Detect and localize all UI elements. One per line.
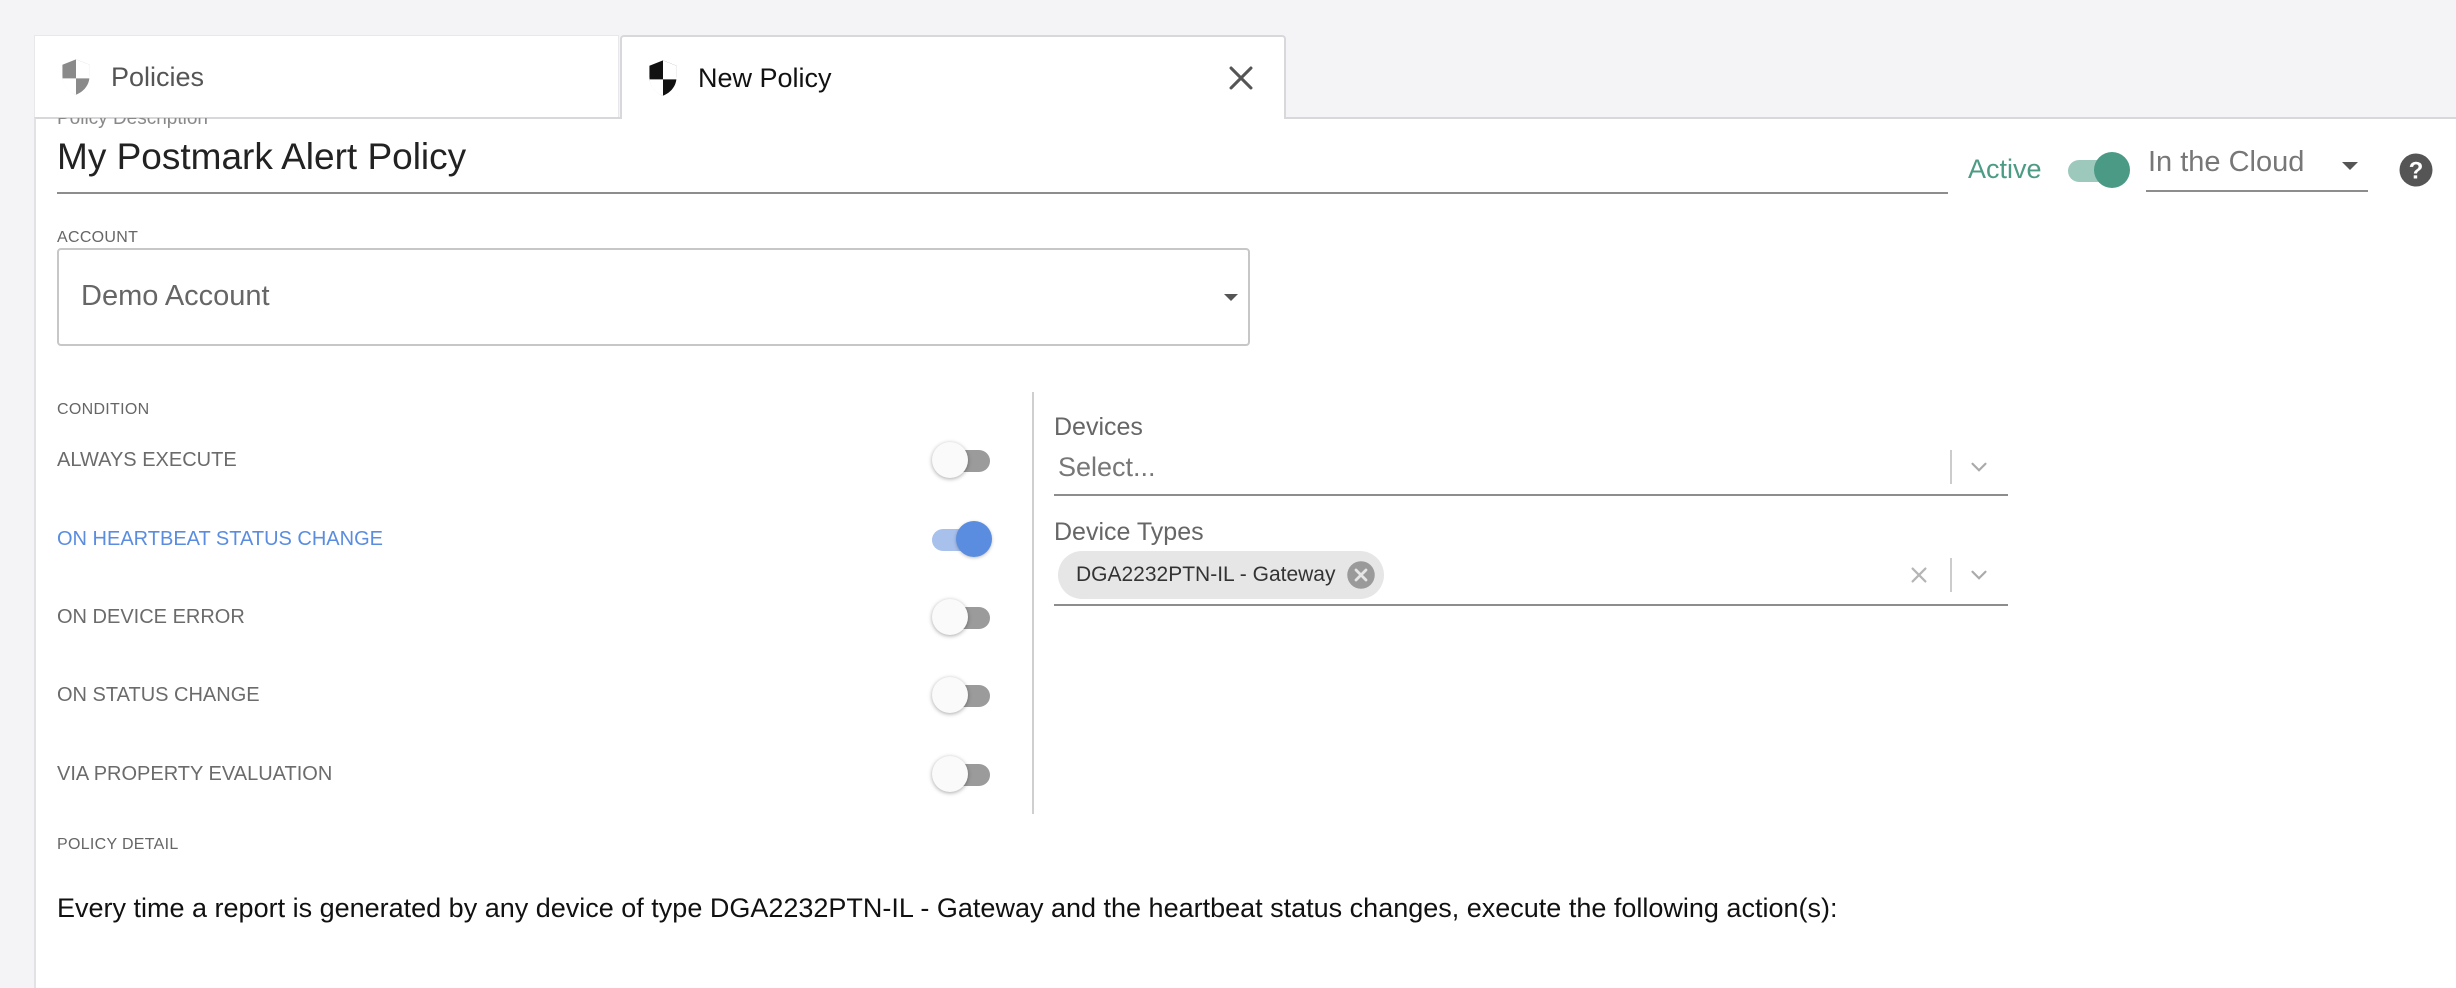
toggle-thumb xyxy=(932,442,968,478)
caret-down-icon xyxy=(1224,294,1238,301)
condition-heartbeat-toggle[interactable] xyxy=(932,521,994,559)
account-label: ACCOUNT xyxy=(57,229,139,246)
policy-detail-text: Every time a report is generated by any … xyxy=(57,893,1838,923)
chip-label: DGA2232PTN-IL - Gateway xyxy=(1076,563,1336,586)
location-select-value: In the Cloud xyxy=(2148,146,2305,178)
column-divider xyxy=(1032,392,1034,814)
condition-device-error-label: ON DEVICE ERROR xyxy=(57,606,245,628)
condition-status-change-label: ON STATUS CHANGE xyxy=(57,684,260,706)
device-types-label: Device Types xyxy=(1054,518,1204,546)
toggle-thumb xyxy=(932,677,968,713)
devices-select-placeholder[interactable]: Select... xyxy=(1058,452,1156,483)
tab-new-policy[interactable]: New Policy xyxy=(620,35,1286,119)
tab-label: New Policy xyxy=(698,62,832,93)
policy-description-underline xyxy=(57,192,1948,194)
condition-property-evaluation-label: VIA PROPERTY EVALUATION xyxy=(57,763,333,785)
condition-status-change-toggle[interactable] xyxy=(932,677,994,715)
chevron-down-icon[interactable] xyxy=(1966,454,1992,480)
tab-label: Policies xyxy=(111,61,205,92)
active-label: Active xyxy=(1968,154,2042,184)
shield-icon xyxy=(649,60,677,96)
active-toggle[interactable] xyxy=(2068,152,2130,190)
condition-always-execute-label: ALWAYS EXECUTE xyxy=(57,449,237,471)
condition-label: CONDITION xyxy=(57,401,150,418)
account-select-value: Demo Account xyxy=(81,280,270,312)
condition-heartbeat-label: ON HEARTBEAT STATUS CHANGE xyxy=(57,528,383,550)
toggle-thumb xyxy=(932,756,968,792)
condition-device-error-toggle[interactable] xyxy=(932,599,994,637)
policy-detail-label: POLICY DETAIL xyxy=(57,836,179,853)
svg-text:?: ? xyxy=(2409,157,2424,184)
chevron-down-icon[interactable] xyxy=(1966,562,1992,588)
toggle-thumb xyxy=(2094,152,2130,188)
device-types-select-underline xyxy=(1054,604,2008,606)
caret-down-icon xyxy=(2342,162,2358,170)
device-type-chip: DGA2232PTN-IL - Gateway xyxy=(1058,551,1384,599)
location-select[interactable]: In the Cloud xyxy=(2146,142,2368,192)
devices-select-underline xyxy=(1054,494,2008,496)
remove-chip-icon[interactable] xyxy=(1346,560,1376,590)
account-select[interactable]: Demo Account xyxy=(57,248,1250,346)
policy-description-input[interactable]: My Postmark Alert Policy xyxy=(57,136,466,178)
clear-icon[interactable] xyxy=(1908,564,1930,586)
toggle-thumb xyxy=(956,521,992,557)
condition-always-execute-toggle[interactable] xyxy=(932,442,994,480)
tab-policies[interactable]: Policies xyxy=(34,35,619,118)
help-icon[interactable]: ? xyxy=(2398,152,2434,188)
condition-property-evaluation-toggle[interactable] xyxy=(932,756,994,794)
shield-icon xyxy=(62,59,90,95)
select-separator xyxy=(1950,450,1952,484)
toggle-thumb xyxy=(932,599,968,635)
devices-label: Devices xyxy=(1054,413,1143,441)
close-icon[interactable] xyxy=(1224,61,1258,95)
select-separator xyxy=(1950,558,1952,592)
